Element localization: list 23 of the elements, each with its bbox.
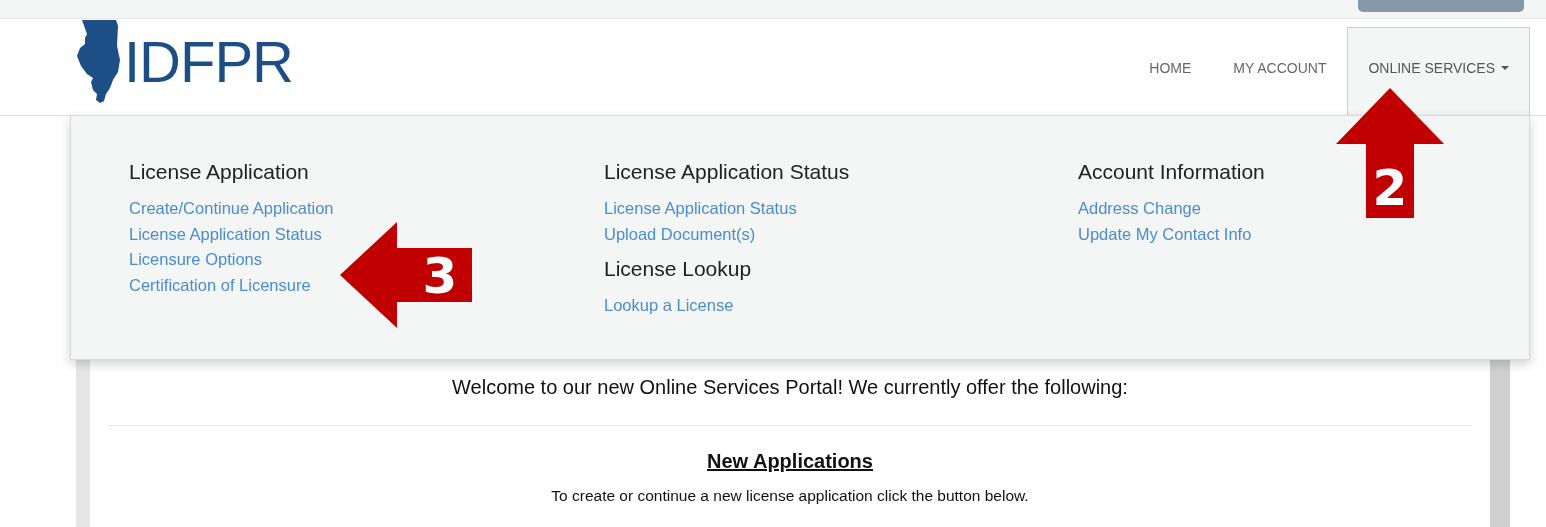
menu-link[interactable]: License Application Status <box>129 221 322 247</box>
menu-link[interactable]: Upload Document(s) <box>604 221 756 247</box>
menu-link[interactable]: Certification of Licensure <box>129 272 311 298</box>
logo-text: IDFPR <box>124 33 293 91</box>
menu-link[interactable]: Create/Continue Application <box>129 196 334 222</box>
menu-link[interactable]: Lookup a License <box>604 293 734 319</box>
nav-tab[interactable]: HOME <box>1128 27 1213 115</box>
menu-heading: License Application <box>129 160 310 184</box>
menu-heading: License Lookup <box>604 257 753 281</box>
menu-heading: License Application Status <box>604 160 851 184</box>
nav-tab[interactable]: ONLINE SERVICES <box>1347 27 1530 115</box>
menu-link[interactable]: Update My Contact Info <box>1078 221 1252 247</box>
callout-number: 3 <box>422 247 458 305</box>
menu-link[interactable]: License Application Status <box>604 196 797 222</box>
toolbar-button[interactable] <box>1358 0 1524 12</box>
instruction-text: To create or continue a new license application click the button below. <box>550 487 1030 505</box>
nav-tab[interactable]: MY ACCOUNT <box>1212 27 1348 115</box>
menu-link[interactable]: Address Change <box>1078 196 1201 222</box>
callout-number: 2 <box>1372 159 1408 217</box>
section-title: New Applications <box>707 450 873 473</box>
welcome-text: Welcome to our new Online Services Portal! We currently offer the following: <box>451 376 1129 399</box>
menu-link[interactable]: Licensure Options <box>129 247 262 273</box>
menu-heading: Account Information <box>1078 160 1266 184</box>
